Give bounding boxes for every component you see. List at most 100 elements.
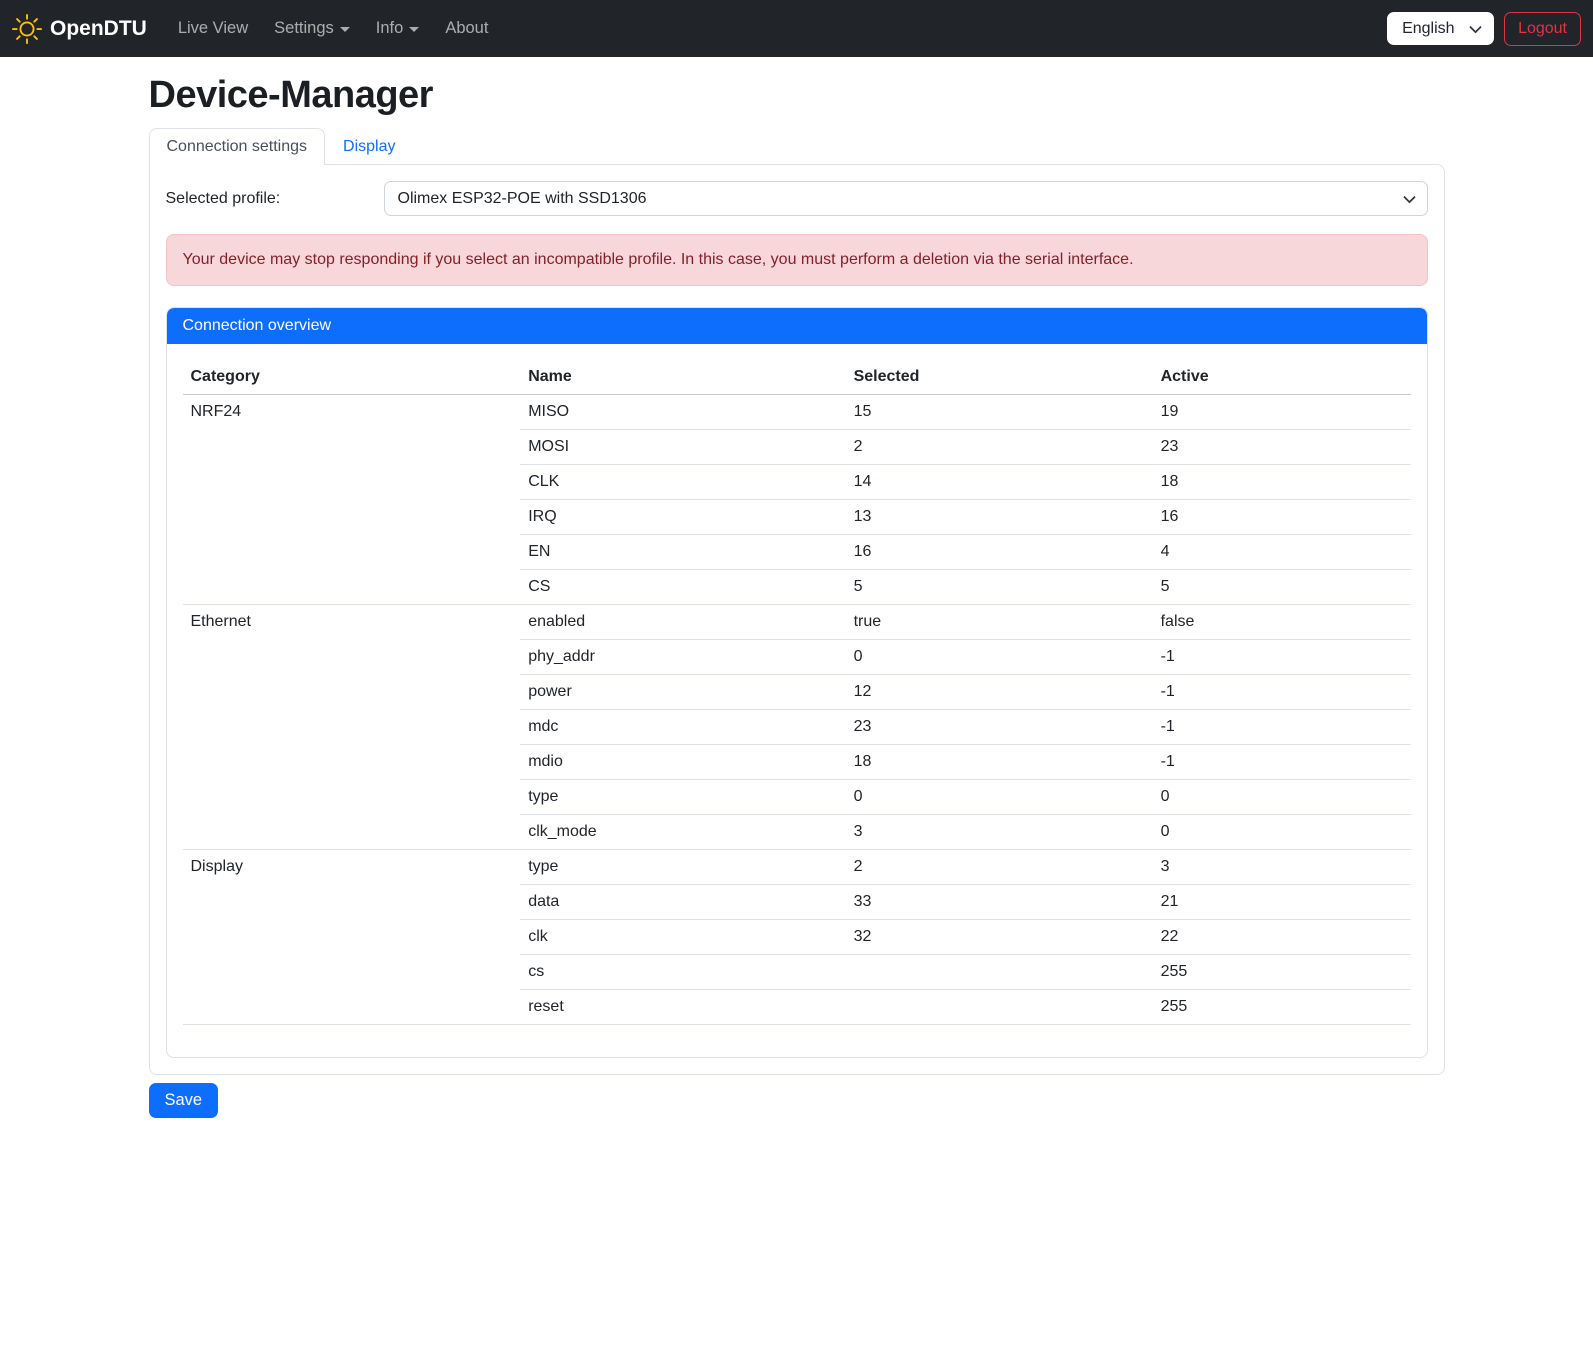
selected-cell: 0 [846,780,1153,815]
save-button[interactable]: Save [149,1083,219,1118]
active-cell: 4 [1153,535,1411,570]
nav-links: Live View Settings Info About [165,11,1387,46]
selected-cell: 15 [846,395,1153,430]
tab-display[interactable]: Display [325,128,413,165]
name-cell: CLK [520,465,845,500]
active-cell: 16 [1153,500,1411,535]
profile-select[interactable]: Olimex ESP32-POE with SSD1306 [384,181,1428,216]
column-header-active: Active [1153,360,1411,395]
active-cell: 0 [1153,815,1411,850]
name-cell: MISO [520,395,845,430]
brand-link[interactable]: OpenDTU [12,14,147,44]
name-cell: EN [520,535,845,570]
tab-connection-settings[interactable]: Connection settings [149,128,326,165]
name-cell: mdio [520,745,845,780]
name-cell: type [520,850,845,885]
selected-cell [846,955,1153,990]
caret-down-icon [409,27,419,32]
active-cell: 23 [1153,430,1411,465]
active-cell: 18 [1153,465,1411,500]
caret-down-icon [340,27,350,32]
nav-item-about[interactable]: About [432,11,501,46]
sun-icon [12,14,42,44]
name-cell: CS [520,570,845,605]
name-cell: IRQ [520,500,845,535]
nav-item-info[interactable]: Info [363,11,433,46]
main-container: Device-Manager Connection settings Displ… [149,57,1445,1118]
incompatible-profile-alert: Your device may stop responding if you s… [166,234,1428,286]
connection-overview-table: Category Name Selected Active NRF24MISO1… [183,360,1411,1025]
table-header-row: Category Name Selected Active [183,360,1411,395]
table-row: NRF24MISO1519 [183,395,1411,430]
name-cell: reset [520,990,845,1025]
active-cell: 22 [1153,920,1411,955]
navbar: OpenDTU Live View Settings Info About En… [0,0,1593,57]
connection-overview-header: Connection overview [167,308,1427,344]
language-select[interactable]: English [1387,12,1494,45]
column-header-name: Name [520,360,845,395]
profile-row: Selected profile: Olimex ESP32-POE with … [166,181,1428,216]
active-cell: 5 [1153,570,1411,605]
column-header-category: Category [183,360,521,395]
nav-item-live-view[interactable]: Live View [165,11,261,46]
selected-cell: 13 [846,500,1153,535]
name-cell: data [520,885,845,920]
profile-label: Selected profile: [166,190,384,208]
category-cell: NRF24 [183,395,521,605]
name-cell: cs [520,955,845,990]
nav-item-label: About [445,19,488,38]
selected-cell: 0 [846,640,1153,675]
active-cell: -1 [1153,675,1411,710]
active-cell: -1 [1153,640,1411,675]
category-cell: Ethernet [183,605,521,850]
category-cell: Display [183,850,521,1025]
active-cell: 255 [1153,990,1411,1025]
selected-cell: 16 [846,535,1153,570]
active-cell: 21 [1153,885,1411,920]
nav-item-label: Info [376,19,404,38]
name-cell: type [520,780,845,815]
logout-button[interactable]: Logout [1504,12,1581,46]
brand-label: OpenDTU [50,17,147,41]
selected-cell: 3 [846,815,1153,850]
selected-cell: 33 [846,885,1153,920]
navbar-right: English Logout [1387,12,1581,46]
name-cell: power [520,675,845,710]
page-title: Device-Manager [149,74,1445,117]
table-row: Ethernetenabledtruefalse [183,605,1411,640]
table-row: Displaytype23 [183,850,1411,885]
active-cell: 0 [1153,780,1411,815]
profile-select-wrap: Olimex ESP32-POE with SSD1306 [384,181,1428,216]
connection-overview-body: Category Name Selected Active NRF24MISO1… [167,344,1427,1057]
selected-cell: 18 [846,745,1153,780]
name-cell: phy_addr [520,640,845,675]
active-cell: 3 [1153,850,1411,885]
nav-item-label: Live View [178,19,248,38]
active-cell: -1 [1153,745,1411,780]
name-cell: mdc [520,710,845,745]
selected-cell [846,990,1153,1025]
nav-item-label: Settings [274,19,334,38]
name-cell: enabled [520,605,845,640]
tab-bar: Connection settings Display [149,128,1445,164]
active-cell: -1 [1153,710,1411,745]
name-cell: clk_mode [520,815,845,850]
active-cell: 255 [1153,955,1411,990]
selected-cell: 32 [846,920,1153,955]
name-cell: clk [520,920,845,955]
connection-overview-card: Connection overview Category Name Select… [166,307,1428,1058]
selected-cell: true [846,605,1153,640]
selected-cell: 5 [846,570,1153,605]
selected-cell: 14 [846,465,1153,500]
connection-overview-tbody: NRF24MISO1519MOSI223CLK1418IRQ1316EN164C… [183,395,1411,1025]
active-cell: false [1153,605,1411,640]
language-select-wrap: English [1387,12,1494,45]
selected-cell: 12 [846,675,1153,710]
column-header-selected: Selected [846,360,1153,395]
name-cell: MOSI [520,430,845,465]
nav-item-settings[interactable]: Settings [261,11,363,46]
connection-settings-panel: Selected profile: Olimex ESP32-POE with … [149,164,1445,1075]
selected-cell: 23 [846,710,1153,745]
selected-cell: 2 [846,430,1153,465]
active-cell: 19 [1153,395,1411,430]
